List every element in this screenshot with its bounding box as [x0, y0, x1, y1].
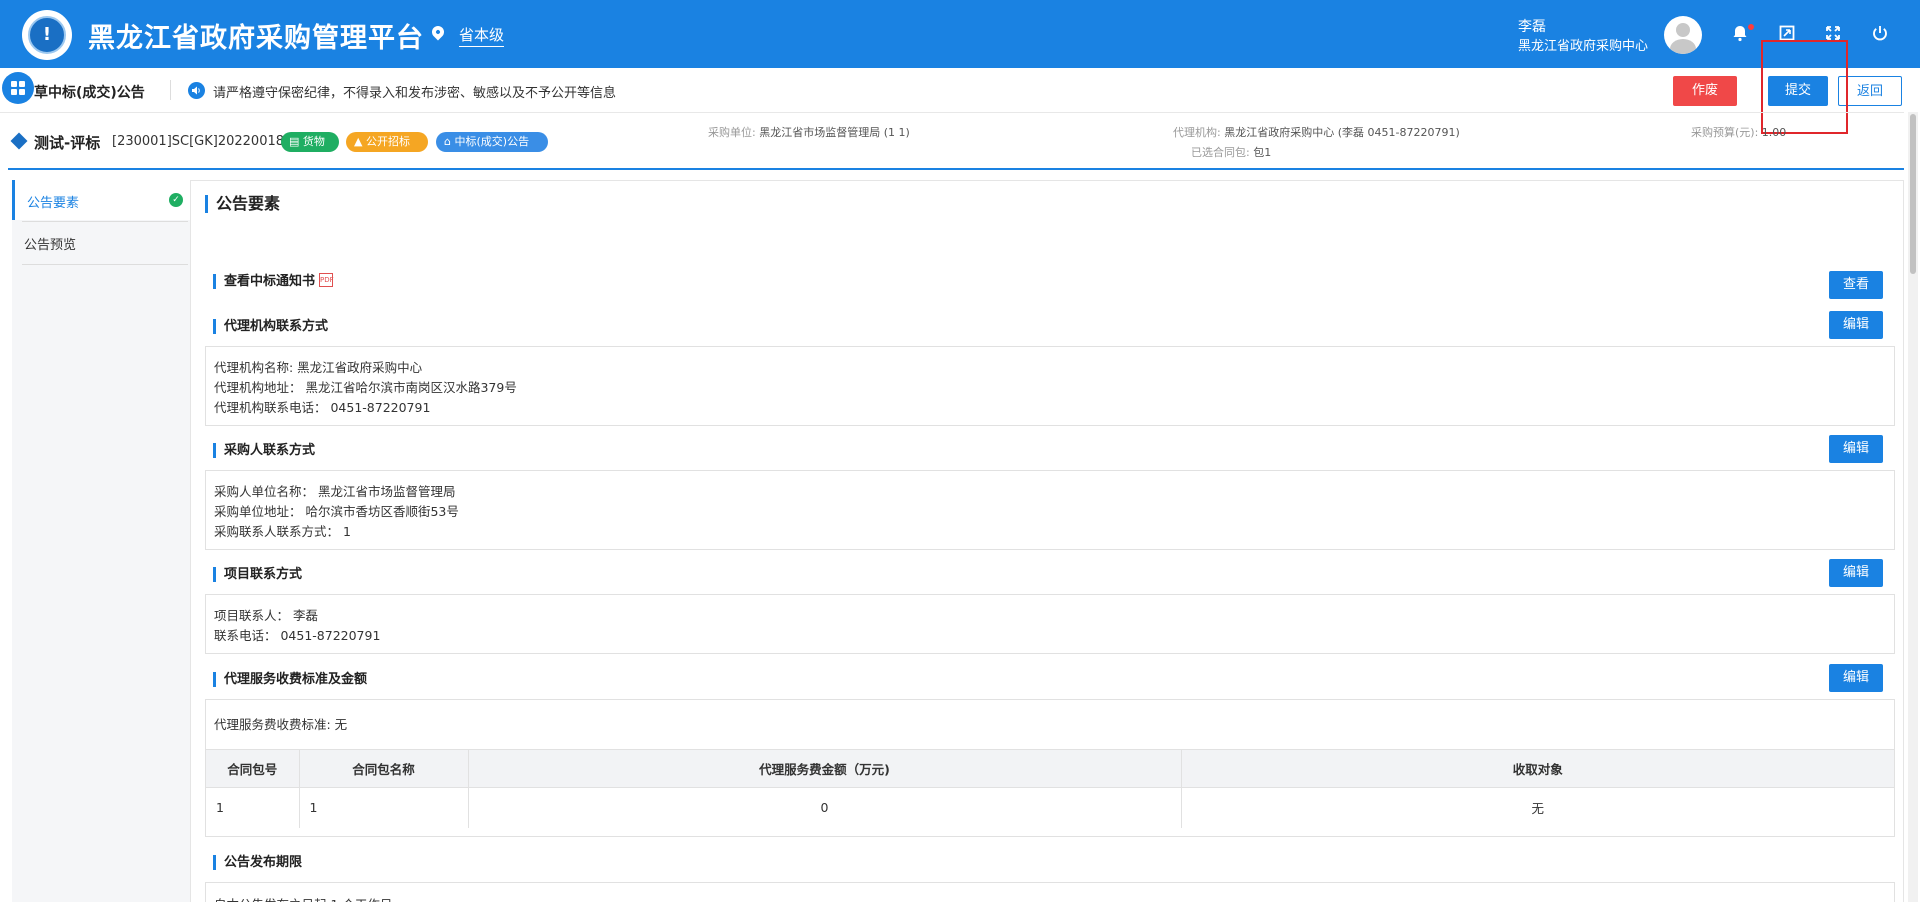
toolbar-divider-line: [0, 112, 1904, 113]
sidebar-divider: [22, 264, 188, 265]
edit-project-contact-button[interactable]: 编辑: [1829, 559, 1883, 587]
highlight-frame: [1761, 40, 1848, 134]
logo-mark: !: [42, 24, 52, 45]
fee-table: 合同包号 合同包名称 代理服务费金额（万元) 收取对象 1 1 0 无: [206, 749, 1894, 828]
app-menu-button[interactable]: [2, 72, 34, 104]
platform-title: 黑龙江省政府采购管理平台: [88, 23, 424, 54]
confidentiality-notice: 请严格遵守保密纪律，不得录入和发布涉密、敏感以及不予公开等信息: [213, 86, 617, 101]
check-circle-icon: ✓: [169, 193, 183, 207]
agency-name-line: 代理机构名称: 黑龙江省政府采购中心: [214, 360, 423, 375]
project-bar-underline: [8, 168, 1904, 170]
project-contact-person-line: 项目联系人： 李磊: [214, 608, 318, 623]
sidebar-item-label: 公告要素: [27, 196, 80, 211]
location-pin-icon: [429, 23, 447, 41]
notification-dot: [1748, 24, 1754, 30]
main-content: 公告要素 查看中标通知书 PDF 查看 代理机构联系方式 编辑 代理机构名称: …: [190, 180, 1904, 902]
agency-contact-title: 代理机构联系方式: [213, 319, 328, 334]
purchaser-info: 采购单位: 黑龙江省市场监督管理局 (1 1): [708, 126, 910, 139]
table-cell: 无: [1181, 787, 1894, 828]
purchaser-address-line: 采购单位地址： 哈尔滨市香坊区香顺街53号: [214, 504, 459, 519]
toolbar-divider: [170, 80, 171, 100]
purchaser-contact-box: 采购人单位名称： 黑龙江省市场监督管理局 采购单位地址： 哈尔滨市香坊区香顺街5…: [205, 470, 1895, 550]
agency-phone-line: 代理机构联系电话： 0451-87220791: [214, 400, 431, 415]
bell-icon[interactable]: [1731, 24, 1749, 42]
edit-fee-button[interactable]: 编辑: [1829, 664, 1883, 692]
project-contact-phone-line: 联系电话： 0451-87220791: [214, 628, 381, 643]
table-header-row: 合同包号 合同包名称 代理服务费金额（万元) 收取对象: [206, 749, 1894, 788]
tag-award-notice: ⌂ 中标(成交)公告: [436, 132, 548, 152]
table-cell: 0: [468, 787, 1182, 828]
purchaser-name-line: 采购人单位名称： 黑龙江省市场监督管理局: [214, 484, 456, 499]
package-info: 已选合同包: 包1: [1191, 146, 1272, 159]
sidebar-item-label: 公告预览: [24, 238, 77, 253]
region-selector[interactable]: 省本级: [459, 24, 505, 47]
budget-info: 采购预算(元): 1.00: [1691, 126, 1787, 139]
top-header: ! 黑龙江省政府采购管理平台 省本级 李磊 黑龙江省政府采购中心: [0, 0, 1920, 68]
user-name: 李磊: [1518, 19, 1546, 35]
table-cell: 1: [299, 787, 469, 828]
purchaser-contact-title: 采购人联系方式: [213, 443, 315, 458]
column-header: 合同包名称: [299, 749, 469, 788]
pdf-file-icon[interactable]: PDF: [319, 273, 334, 287]
tag-goods: ▤ 货物: [281, 132, 339, 152]
sidebar-item-notice-elements[interactable]: 公告要素 ✓: [12, 180, 190, 220]
view-notice-button[interactable]: 查看: [1829, 271, 1883, 299]
scrollbar-thumb[interactable]: [1910, 114, 1916, 274]
period-title: 公告发布期限: [213, 855, 302, 870]
view-notice-title: 查看中标通知书: [213, 274, 315, 289]
page-title: 草中标(成交)公告: [34, 85, 145, 101]
project-name: 测试-评标: [34, 134, 101, 152]
agency-contact-box: 代理机构名称: 黑龙江省政府采购中心 代理机构地址： 黑龙江省哈尔滨市南岗区汉水…: [205, 346, 1895, 426]
sidebar: 公告要素 ✓ 公告预览: [12, 180, 190, 902]
edit-purchaser-contact-button[interactable]: 编辑: [1829, 435, 1883, 463]
avatar[interactable]: [1664, 16, 1702, 54]
column-header: 代理服务费金额（万元): [468, 749, 1182, 788]
fee-title: 代理服务收费标准及金额: [213, 672, 367, 687]
period-box: 自本公告发布之日起 1 个工作日: [205, 882, 1895, 902]
page-scrollbar[interactable]: [1908, 112, 1918, 902]
agency-info: 代理机构: 黑龙江省政府采购中心 (李磊 0451-87220791): [1173, 126, 1460, 139]
project-code: [230001]SC[GK]20220018: [112, 134, 285, 149]
project-contact-box: 项目联系人： 李磊 联系电话： 0451-87220791: [205, 594, 1895, 654]
period-line: 自本公告发布之日起 1 个工作日: [214, 894, 392, 902]
sidebar-item-notice-preview[interactable]: 公告预览: [12, 222, 190, 262]
edit-agency-contact-button[interactable]: 编辑: [1829, 311, 1883, 339]
layers-icon: [10, 132, 28, 150]
purchaser-phone-line: 采购联系人联系方式： 1: [214, 524, 351, 539]
tag-open-tender: ▲ 公开招标: [346, 132, 428, 152]
platform-logo: !: [22, 10, 72, 60]
fee-box: 代理服务费收费标准: 无 合同包号 合同包名称 代理服务费金额（万元) 收取对象…: [205, 699, 1895, 837]
section-heading: 公告要素: [205, 195, 280, 213]
column-header: 收取对象: [1181, 749, 1894, 788]
table-cell: 1: [206, 787, 300, 828]
table-row: 1 1 0 无: [206, 787, 1894, 828]
power-icon[interactable]: [1871, 24, 1889, 42]
void-button[interactable]: 作废: [1673, 76, 1737, 106]
speaker-icon: [188, 82, 205, 99]
fee-standard-line: 代理服务费收费标准: 无: [214, 717, 348, 732]
project-contact-title: 项目联系方式: [213, 567, 302, 582]
column-header: 合同包号: [206, 749, 300, 788]
agency-address-line: 代理机构地址： 黑龙江省哈尔滨市南岗区汉水路379号: [214, 380, 517, 395]
user-org: 黑龙江省政府采购中心: [1518, 39, 1649, 54]
